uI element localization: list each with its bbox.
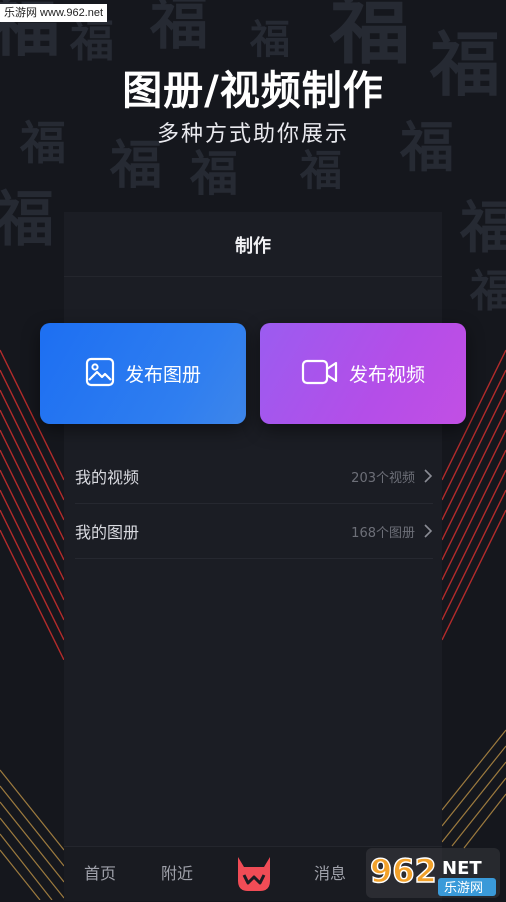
bg-character: 福 xyxy=(470,266,506,317)
my-videos-row[interactable]: 我的视频 203个视频 xyxy=(75,449,433,504)
logo-suffix: NET xyxy=(442,858,482,879)
bg-character: 福 xyxy=(0,185,54,255)
horned-logo-icon[interactable] xyxy=(234,855,274,893)
bg-character: 福 xyxy=(250,16,290,63)
publish-album-label: 发布图册 xyxy=(124,364,201,386)
promo-title: 图册/视频制作 xyxy=(122,68,384,114)
video-camera-icon xyxy=(301,358,339,390)
row-label: 我的视频 xyxy=(75,468,140,487)
bg-character: 福 xyxy=(300,146,343,195)
tab-home[interactable]: 首页 xyxy=(84,847,116,901)
publish-video-button[interactable]: 发布视频 xyxy=(260,323,466,424)
publish-album-button[interactable]: 发布图册 xyxy=(40,323,246,424)
gold-line-decoration xyxy=(0,760,64,900)
publish-video-label: 发布视频 xyxy=(348,364,425,386)
site-watermark: 乐游网 www.962.net xyxy=(0,4,108,22)
row-count: 168个图册 xyxy=(351,525,415,541)
site-logo-watermark: 962 NET 乐游网 xyxy=(366,848,500,898)
row-meta: 203个视频 xyxy=(351,467,433,486)
logo-brand: 962 xyxy=(370,852,437,890)
promo-subtitle: 多种方式助你展示 xyxy=(156,122,349,147)
gold-line-decoration-right xyxy=(442,720,506,850)
image-icon xyxy=(85,357,115,391)
row-count: 203个视频 xyxy=(351,470,415,486)
logo-site-name: 乐游网 xyxy=(444,881,483,896)
tab-messages[interactable]: 消息 xyxy=(314,847,346,901)
chevron-right-icon xyxy=(424,469,433,483)
row-label: 我的图册 xyxy=(75,523,140,542)
divider xyxy=(64,276,442,277)
row-meta: 168个图册 xyxy=(351,522,433,541)
bg-character: 福 xyxy=(190,146,239,202)
bg-character: 福 xyxy=(460,195,506,261)
bg-character: 福 xyxy=(150,0,209,57)
panel-title: 制作 xyxy=(235,236,271,257)
tab-nearby[interactable]: 附近 xyxy=(161,847,193,901)
chevron-right-icon xyxy=(424,524,433,538)
my-albums-row[interactable]: 我的图册 168个图册 xyxy=(75,504,433,559)
